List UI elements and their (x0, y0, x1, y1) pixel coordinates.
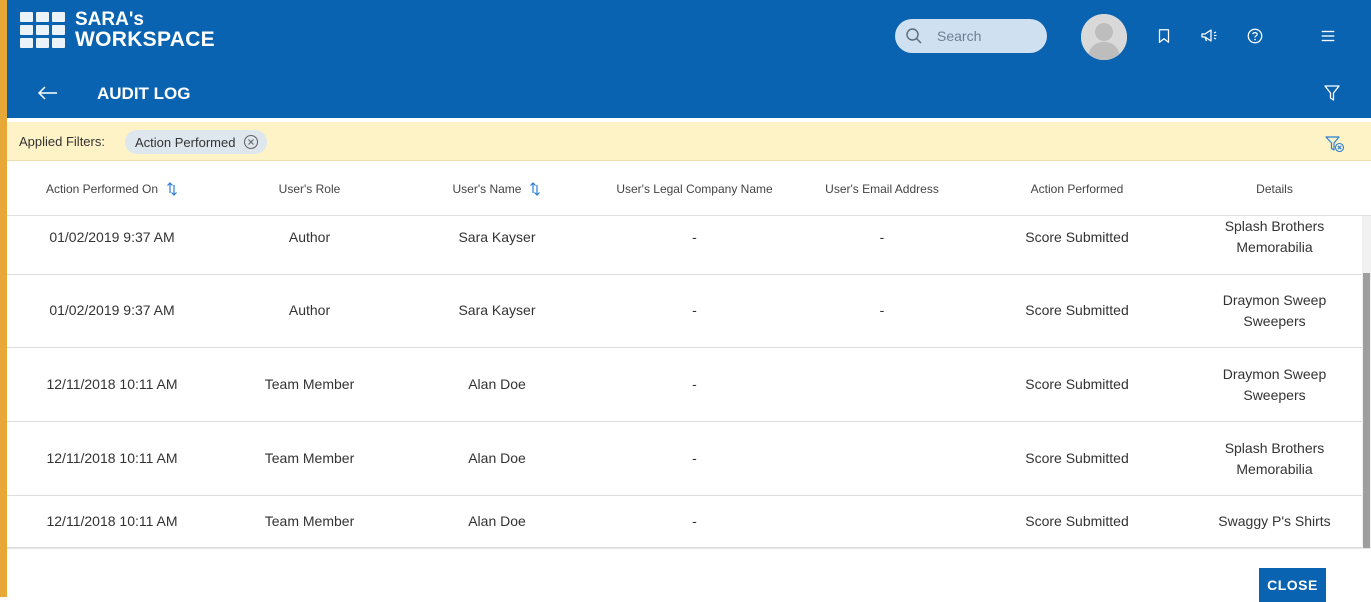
filter-icon[interactable] (1323, 84, 1341, 102)
cell-name: Alan Doe (468, 376, 526, 392)
sort-icon[interactable] (166, 181, 178, 197)
cell-email (797, 348, 967, 421)
search-box[interactable] (895, 19, 1047, 53)
column-header-legal-company-name[interactable]: User's Legal Company Name (592, 162, 797, 215)
cell-date: 01/02/2019 9:37 AM (49, 228, 175, 245)
back-arrow-icon[interactable] (37, 84, 59, 102)
column-header-action-performed-on[interactable]: Action Performed On (7, 162, 217, 215)
cell-details: Draymon Sweep Sweepers (1222, 291, 1327, 329)
cell-email (797, 496, 967, 547)
column-header-action-performed[interactable]: Action Performed (967, 162, 1187, 215)
top-header: SARA's WORKSPACE Search AUDIT LOG (7, 0, 1371, 118)
applied-filters-bar: Applied Filters: Action Performed (7, 122, 1371, 161)
logo-line1: SARA's (75, 9, 144, 30)
logo-grid-icon (20, 12, 65, 48)
table-row[interactable]: 12/11/2018 10:11 AM Team Member Alan Doe… (7, 348, 1362, 422)
column-label: User's Role (278, 181, 341, 196)
help-icon[interactable] (1245, 26, 1265, 46)
cell-action: Score Submitted (1025, 450, 1129, 466)
cell-date: 12/11/2018 10:11 AM (46, 376, 178, 392)
table-header: Action Performed On User's Role User's N… (7, 162, 1371, 216)
workspace-logo[interactable]: SARA's WORKSPACE (20, 10, 215, 50)
cell-action: Score Submitted (1025, 228, 1129, 245)
footer-divider (7, 548, 1371, 549)
table-row[interactable]: 12/11/2018 10:11 AM Team Member Alan Doe… (7, 496, 1362, 548)
column-label: User's Name (452, 181, 522, 196)
column-label: User's Legal Company Name (616, 181, 773, 196)
sort-icon[interactable] (529, 181, 541, 197)
cell-company: - (692, 302, 697, 318)
cell-details: Draymon Sweep Sweepers (1222, 365, 1327, 403)
cell-action: Score Submitted (1025, 376, 1129, 392)
applied-filters-label: Applied Filters: (19, 134, 105, 149)
remove-chip-icon[interactable] (243, 134, 259, 150)
cell-date: 12/11/2018 10:11 AM (46, 450, 178, 466)
column-label: Details (1256, 181, 1293, 196)
cell-email: - (879, 228, 885, 245)
column-header-users-role[interactable]: User's Role (217, 162, 402, 215)
bookmark-icon[interactable] (1154, 26, 1174, 46)
logo-text: SARA's WORKSPACE (75, 9, 215, 51)
cell-role: Author (288, 302, 331, 318)
cell-name: Alan Doe (468, 450, 526, 466)
cell-email: - (879, 302, 885, 318)
table-body[interactable]: 01/02/2019 9:37 AM Author Sara Kayser - … (7, 216, 1362, 548)
user-silhouette-icon (1081, 14, 1127, 60)
cell-company: - (692, 513, 697, 529)
cell-date: 01/02/2019 9:37 AM (49, 302, 175, 318)
filter-chip-action-performed[interactable]: Action Performed (125, 130, 268, 154)
cell-name: Sara Kayser (458, 228, 536, 245)
cell-details: Splash Brothers Memorabilia (1224, 439, 1325, 477)
cell-name: Sara Kayser (458, 302, 536, 318)
cell-details: Splash Brothers Memorabilia (1224, 218, 1325, 255)
column-label: Action Performed (1030, 181, 1124, 196)
column-header-details[interactable]: Details (1187, 162, 1362, 215)
cell-role: Team Member (264, 513, 355, 529)
logo-line2: WORKSPACE (75, 28, 215, 51)
cell-role: Team Member (264, 376, 355, 392)
clear-filters-icon[interactable] (1325, 135, 1345, 153)
search-input[interactable] (935, 27, 1039, 45)
page-title: AUDIT LOG (97, 84, 191, 103)
cell-email (797, 422, 967, 495)
column-header-users-name[interactable]: User's Name (402, 162, 592, 215)
cell-company: - (692, 228, 697, 245)
avatar[interactable] (1081, 14, 1127, 60)
scrollbar-thumb[interactable] (1363, 273, 1370, 548)
cell-action: Score Submitted (1025, 302, 1129, 318)
cell-action: Score Submitted (1025, 513, 1129, 529)
search-icon (906, 28, 922, 44)
filter-chip-label: Action Performed (135, 134, 236, 150)
column-header-email-address[interactable]: User's Email Address (797, 162, 967, 215)
table-row[interactable]: 01/02/2019 9:37 AM Author Sara Kayser - … (7, 216, 1362, 275)
cell-name: Alan Doe (468, 513, 526, 529)
menu-icon[interactable] (1318, 26, 1338, 46)
column-label: Action Performed On (45, 181, 159, 196)
column-label: User's Email Address (825, 181, 939, 196)
table-row[interactable]: 01/02/2019 9:37 AM Author Sara Kayser - … (7, 274, 1362, 348)
cell-details: Swaggy P's Shirts (1218, 513, 1331, 529)
cell-role: Author (288, 228, 331, 245)
cell-date: 12/11/2018 10:11 AM (46, 513, 178, 529)
cell-company: - (692, 450, 697, 466)
cell-role: Team Member (264, 450, 355, 466)
table-row[interactable]: 12/11/2018 10:11 AM Team Member Alan Doe… (7, 422, 1362, 496)
window-frame-edge (0, 0, 7, 597)
audit-log-app: SARA's WORKSPACE Search AUDIT LOG Applie… (7, 0, 1371, 602)
cell-company: - (692, 376, 697, 392)
megaphone-icon[interactable] (1199, 26, 1219, 46)
